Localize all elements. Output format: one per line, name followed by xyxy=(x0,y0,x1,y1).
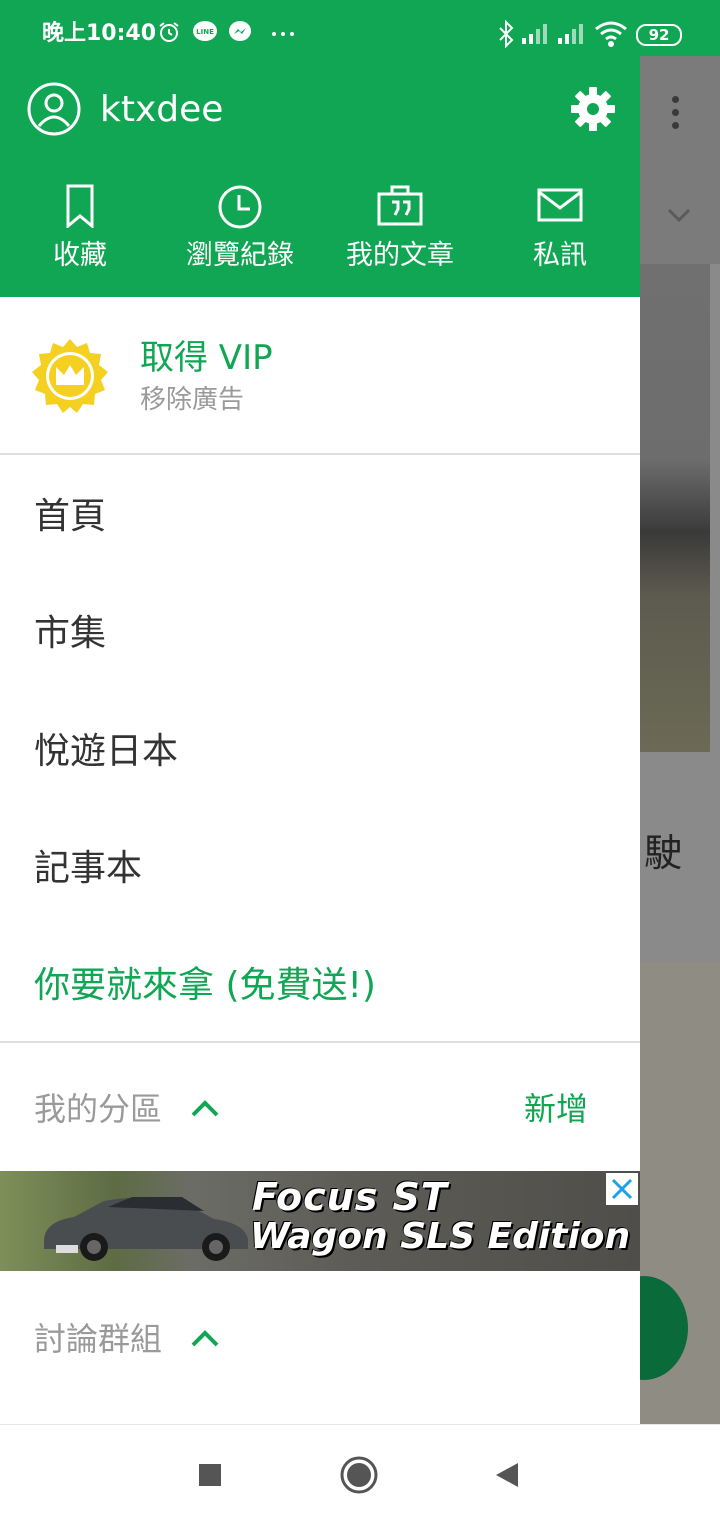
clock-icon xyxy=(218,185,262,229)
section-groups[interactable]: 討論群組 xyxy=(34,1318,162,1360)
ad-banner[interactable]: Focus ST Wagon SLS Edition xyxy=(0,1171,640,1271)
status-time: 晚上10:40 xyxy=(42,21,157,46)
quick-action-bookmarks[interactable]: 收藏 xyxy=(0,184,160,284)
signal-icon xyxy=(522,24,547,44)
section-my-boards[interactable]: 我的分區 xyxy=(34,1088,162,1130)
menu-item-japan-travel[interactable]: 悅遊日本 xyxy=(34,728,178,776)
ad-headline: Focus ST xyxy=(252,1175,448,1219)
ad-subheadline: Wagon SLS Edition xyxy=(250,1216,631,1257)
battery-indicator: 92 xyxy=(636,24,682,46)
navigation-drawer: ktxdee 收藏 瀏覽紀錄 我的文章 私訊 取得 VIP 移除廣告 首頁 市集… xyxy=(0,56,640,1424)
add-board-button[interactable]: 新增 xyxy=(524,1088,588,1130)
vip-subtitle: 移除廣告 xyxy=(140,385,245,415)
recent-apps-icon[interactable] xyxy=(188,1453,232,1497)
quick-action-label: 我的文章 xyxy=(346,240,454,271)
signal-icon xyxy=(558,24,583,44)
back-icon[interactable] xyxy=(484,1453,528,1497)
menu-item-home[interactable]: 首頁 xyxy=(34,493,106,541)
line-icon: LINE xyxy=(193,21,217,41)
system-nav-bar xyxy=(0,1424,720,1520)
close-icon xyxy=(611,1178,633,1200)
svg-text:LINE: LINE xyxy=(196,28,214,36)
quick-action-my-articles[interactable]: 我的文章 xyxy=(320,184,480,284)
alarm-icon xyxy=(159,22,179,42)
ad-close-button[interactable] xyxy=(606,1173,638,1205)
quick-action-history[interactable]: 瀏覽紀錄 xyxy=(160,184,320,284)
chevron-up-icon[interactable] xyxy=(190,1329,220,1349)
overflow-menu-icon xyxy=(672,96,680,135)
quick-action-messages[interactable]: 私訊 xyxy=(480,184,640,284)
messenger-icon xyxy=(229,21,251,41)
background-header xyxy=(640,56,720,264)
bookmark-icon xyxy=(66,184,94,228)
background-app[interactable]: 駛 xyxy=(640,56,720,1424)
background-photo xyxy=(640,264,710,752)
more-dots-icon xyxy=(272,32,294,36)
menu-item-market[interactable]: 市集 xyxy=(34,610,106,658)
menu-item-notebook[interactable]: 記事本 xyxy=(34,845,142,893)
bluetooth-icon xyxy=(499,20,514,48)
menu-item-free-giveaway[interactable]: 你要就來拿 (免費送!) xyxy=(34,962,376,1010)
quick-action-label: 私訊 xyxy=(533,240,587,271)
quick-action-label: 瀏覽紀錄 xyxy=(186,240,294,271)
username[interactable]: ktxdee xyxy=(100,87,223,133)
vip-title: 取得 VIP xyxy=(140,338,273,378)
home-icon[interactable] xyxy=(337,1453,381,1497)
chevron-up-icon[interactable] xyxy=(190,1099,220,1119)
settings-gear-icon[interactable] xyxy=(570,86,616,132)
status-bar: 晚上10:40 LINE 92 xyxy=(0,0,720,56)
drawer-header: ktxdee 收藏 瀏覽紀錄 我的文章 私訊 xyxy=(0,56,640,297)
ad-car-image xyxy=(44,1197,248,1261)
divider xyxy=(0,1041,640,1043)
vip-crown-icon xyxy=(32,339,108,413)
wifi-icon xyxy=(595,21,627,47)
vip-upgrade-item[interactable]: 取得 VIP 移除廣告 xyxy=(0,297,640,455)
quick-action-label: 收藏 xyxy=(53,240,107,271)
mail-icon xyxy=(537,188,583,222)
avatar-icon[interactable] xyxy=(26,81,82,137)
chevron-down-icon xyxy=(667,208,691,223)
background-title-fragment: 駛 xyxy=(644,831,683,875)
article-quote-icon xyxy=(377,185,423,226)
